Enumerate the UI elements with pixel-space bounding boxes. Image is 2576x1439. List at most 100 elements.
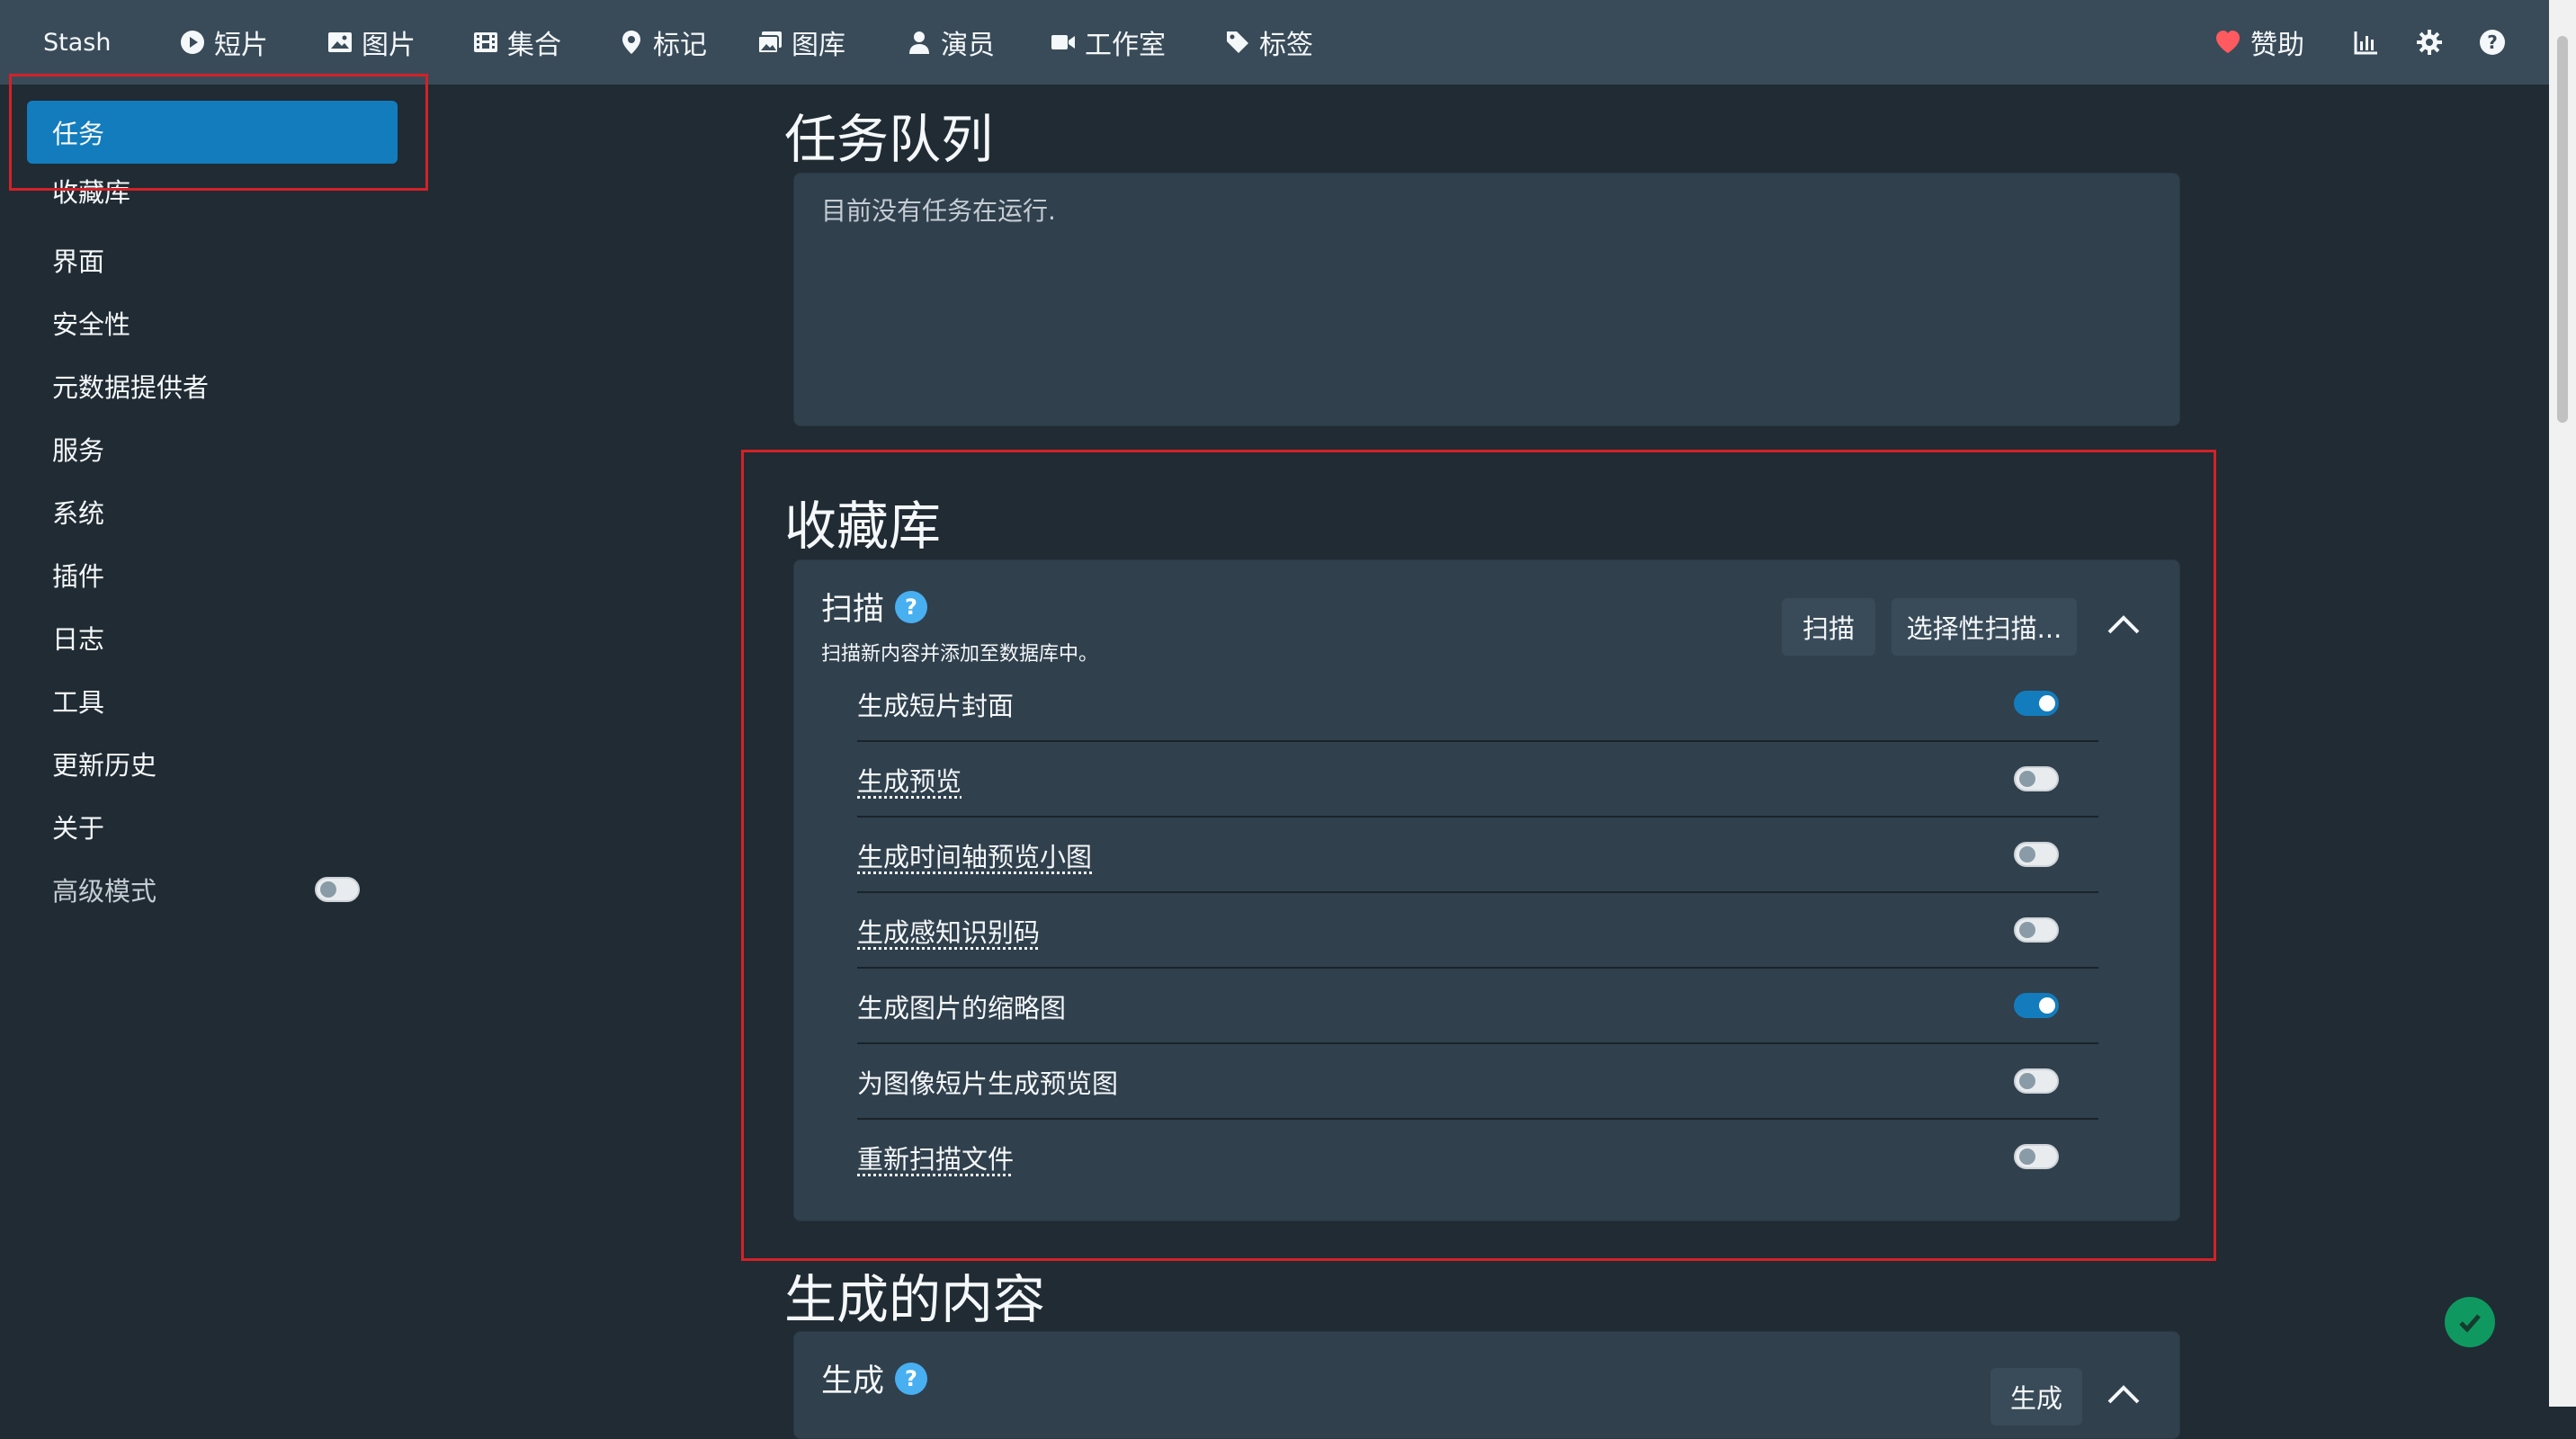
- toggle-knob: [2019, 846, 2035, 863]
- nav-performers-label: 演员: [941, 30, 995, 61]
- collapse-toggle[interactable]: [2104, 611, 2143, 638]
- scan-option-label: 生成预览: [857, 766, 962, 797]
- nav-galleries[interactable]: 图库: [757, 0, 845, 85]
- gear-icon: [2417, 30, 2442, 55]
- stats-button[interactable]: [2353, 0, 2380, 85]
- advanced-mode-toggle[interactable]: [315, 877, 360, 902]
- sponsor-label: 赞助: [2250, 30, 2304, 61]
- stats-chart-icon: [2354, 31, 2377, 55]
- scan-option-row: 生成图片的缩略图: [857, 969, 2098, 1044]
- sidebar-item-library[interactable]: 收藏库: [27, 165, 398, 216]
- sidebar-item-system[interactable]: 系统: [27, 480, 398, 543]
- task-queue-card: 目前没有任务在运行.: [793, 173, 2180, 426]
- sidebar-item-tools[interactable]: 工具: [27, 669, 398, 732]
- status-indicator[interactable]: [2445, 1297, 2495, 1347]
- toggle-knob: [2019, 1073, 2035, 1089]
- settings-button[interactable]: [2416, 0, 2443, 85]
- scan-option-toggle[interactable]: [2014, 993, 2059, 1018]
- nav-studios[interactable]: 工作室: [1051, 0, 1166, 85]
- scan-option-row: 重新扫描文件: [857, 1120, 2098, 1195]
- map-marker-icon: [622, 31, 640, 54]
- top-navbar: Stash 短片 图片 集合 标记 图库 演员 工作室 标签 赞助 ?: [0, 0, 2549, 85]
- nav-scenes[interactable]: 短片: [180, 0, 268, 85]
- scan-option-toggle[interactable]: [2014, 1144, 2059, 1169]
- scan-title: 扫描: [821, 592, 885, 628]
- scan-option-label: 生成短片封面: [857, 691, 1015, 721]
- page-scrollbar[interactable]: [2549, 0, 2576, 1407]
- scan-option-label: 生成时间轴预览小图: [857, 842, 1093, 872]
- help-icon[interactable]: ?: [895, 590, 928, 623]
- chevron-up-icon: [2107, 615, 2140, 634]
- scan-option-row: 生成时间轴预览小图: [857, 818, 2098, 893]
- scan-option-toggle[interactable]: [2014, 917, 2059, 943]
- scan-title-row: 扫描 ?: [821, 584, 928, 630]
- sidebar-item-about[interactable]: 关于: [27, 795, 398, 858]
- help-icon[interactable]: ?: [895, 1362, 928, 1395]
- scan-option-toggle[interactable]: [2014, 1068, 2059, 1094]
- scan-option-row: 生成短片封面: [857, 666, 2098, 742]
- nav-images-label: 图片: [362, 30, 416, 61]
- sidebar-item-logs[interactable]: 日志: [27, 606, 398, 669]
- scan-option-toggle[interactable]: [2014, 691, 2059, 716]
- toggle-knob: [2019, 922, 2035, 938]
- tag-icon: [1227, 31, 1248, 53]
- nav-markers-label: 标记: [653, 30, 707, 61]
- user-icon: [909, 31, 929, 54]
- help-icon: ?: [2480, 30, 2505, 55]
- nav-performers[interactable]: 演员: [907, 0, 995, 85]
- image-icon: [328, 32, 352, 52]
- nav-scenes-label: 短片: [214, 30, 268, 61]
- toggle-knob: [2039, 695, 2055, 711]
- chevron-up-icon: [2107, 1385, 2140, 1404]
- generated-content-heading: 生成的内容: [784, 1269, 1046, 1330]
- task-queue-heading: 任务队列: [784, 109, 994, 170]
- sidebar-item-interface[interactable]: 界面: [27, 228, 398, 291]
- generate-title-row: 生成 ?: [821, 1355, 928, 1401]
- toggle-knob: [2019, 1149, 2035, 1165]
- scan-option-row: 生成预览: [857, 742, 2098, 818]
- brand-link[interactable]: Stash: [43, 0, 111, 85]
- nav-images[interactable]: 图片: [327, 0, 416, 85]
- heart-icon: [2216, 31, 2240, 53]
- svg-text:?: ?: [2487, 31, 2498, 53]
- film-icon: [474, 32, 497, 52]
- sidebar-item-tasks[interactable]: 任务: [27, 101, 398, 164]
- help-button[interactable]: ?: [2479, 0, 2506, 85]
- generate-button[interactable]: 生成: [1990, 1368, 2082, 1426]
- images-icon: [757, 31, 782, 54]
- sidebar-item-changelog[interactable]: 更新历史: [27, 732, 398, 795]
- scan-option-row: 为图像短片生成预览图: [857, 1044, 2098, 1120]
- library-heading: 收藏库: [784, 496, 942, 557]
- video-icon: [1051, 35, 1075, 49]
- nav-tags[interactable]: 标签: [1225, 0, 1313, 85]
- scan-option-toggle[interactable]: [2014, 842, 2059, 867]
- sidebar-item-security[interactable]: 安全性: [27, 291, 398, 354]
- selective-scan-button[interactable]: 选择性扫描...: [1892, 598, 2077, 656]
- checkmark-icon: [2459, 1314, 2481, 1333]
- scan-option-label: 为图像短片生成预览图: [857, 1068, 1119, 1099]
- sidebar-item-services[interactable]: 服务: [27, 417, 398, 480]
- sidebar-item-metadata-providers[interactable]: 元数据提供者: [27, 354, 398, 417]
- settings-sidebar: 任务 收藏库 界面 安全性 元数据提供者 服务 系统 插件 日志 工具 更新历史…: [0, 85, 432, 1407]
- scan-button[interactable]: 扫描: [1782, 598, 1875, 656]
- scan-description: 扫描新内容并添加至数据库中。: [821, 643, 1099, 666]
- nav-markers[interactable]: 标记: [619, 0, 707, 85]
- nav-movies-label: 集合: [507, 30, 561, 61]
- scan-card: 扫描 ? 扫描新内容并添加至数据库中。 扫描 选择性扫描... 生成短片封面 生…: [793, 559, 2180, 1221]
- scrollbar-thumb[interactable]: [2557, 36, 2568, 423]
- nav-studios-label: 工作室: [1085, 30, 1166, 61]
- generate-card: 生成 ? 生成: [793, 1331, 2180, 1439]
- play-circle-icon: [181, 31, 204, 54]
- scan-option-label: 重新扫描文件: [857, 1144, 1015, 1175]
- nav-movies[interactable]: 集合: [473, 0, 561, 85]
- scan-option-row: 生成感知识别码: [857, 893, 2098, 969]
- toggle-knob: [320, 881, 336, 898]
- toggle-knob: [2039, 997, 2055, 1014]
- nav-tags-label: 标签: [1259, 30, 1313, 61]
- nav-galleries-label: 图库: [792, 30, 845, 61]
- sponsor-link[interactable]: 赞助: [2214, 0, 2304, 85]
- collapse-toggle[interactable]: [2104, 1381, 2143, 1408]
- sidebar-item-plugins[interactable]: 插件: [27, 543, 398, 606]
- scan-option-label: 生成感知识别码: [857, 917, 1041, 948]
- scan-option-toggle[interactable]: [2014, 766, 2059, 791]
